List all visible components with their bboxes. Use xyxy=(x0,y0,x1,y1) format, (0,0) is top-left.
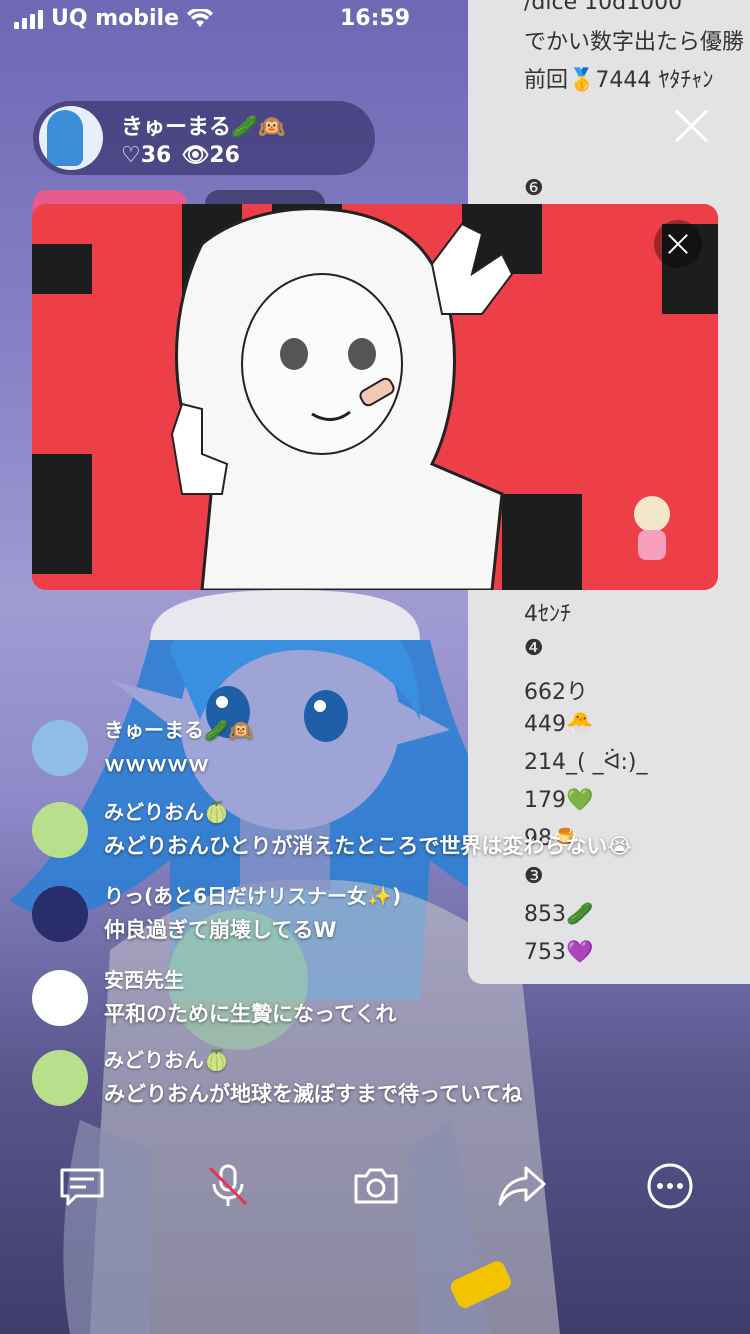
chat-message[interactable]: 安西先生 平和のために生贄になってくれ xyxy=(32,968,722,1040)
video-frame xyxy=(32,204,718,590)
chat-username: きゅーまる🥒🙉 xyxy=(104,718,254,742)
signal-icon xyxy=(14,9,43,29)
memo-close-icon[interactable] xyxy=(670,104,714,148)
memo-line: 前回🥇7444 ﾔﾀﾁｬﾝ xyxy=(524,68,714,93)
carrier-group: UQ mobile xyxy=(14,6,214,31)
streamer-name: きゅーまる🥒🙉 xyxy=(121,115,286,140)
avatar[interactable] xyxy=(32,720,88,776)
likes-count: ♡36 xyxy=(121,143,172,168)
mic-muted-icon[interactable] xyxy=(202,1160,254,1212)
memo-line: でかい数字出たら優勝 xyxy=(524,30,745,55)
memo-line: 4ｾﾝﾁ xyxy=(524,602,571,627)
carrier-label: UQ mobile xyxy=(51,6,180,31)
chat-message[interactable]: みどりおん🍈 みどりおんが地球を滅ぼすまで待っていてね xyxy=(32,1048,722,1120)
memo-line: ❻ xyxy=(524,176,544,201)
chat-username: みどりおん🍈 xyxy=(104,1048,229,1072)
memo-line: 662り xyxy=(524,680,588,705)
wifi-icon xyxy=(187,8,214,27)
chat-message[interactable]: りっ(あと6日だけリスナー女✨) 仲良過ぎて崩壊してるW xyxy=(32,884,722,956)
chat-username: りっ(あと6日だけリスナー女✨) xyxy=(104,884,402,908)
video-close-icon[interactable] xyxy=(654,220,702,268)
chat-text: 平和のために生贄になってくれ xyxy=(104,1002,397,1026)
memo-line: ❹ xyxy=(524,636,544,661)
chat-message[interactable]: きゅーまる🥒🙉 ｗｗｗｗｗ xyxy=(32,718,722,790)
avatar[interactable] xyxy=(39,106,103,170)
avatar[interactable] xyxy=(32,886,88,942)
avatar[interactable] xyxy=(32,970,88,1026)
clock: 16:59 xyxy=(340,6,411,31)
memo-line: /dice 10d1000 xyxy=(524,0,683,15)
streamer-stats: ♡36 👁26 xyxy=(121,143,240,168)
chat-message[interactable]: みどりおん🍈 みどりおんひとりが消えたところで世界は変わらない😭 xyxy=(32,800,722,872)
chat-username: 安西先生 xyxy=(104,968,184,992)
chat-username: みどりおん🍈 xyxy=(104,800,229,824)
chat-text: ｗｗｗｗｗ xyxy=(104,752,209,776)
avatar[interactable] xyxy=(32,1050,88,1106)
streamer-info[interactable]: きゅーまる🥒🙉 ♡36 👁26 xyxy=(33,101,375,175)
more-icon[interactable] xyxy=(644,1160,696,1212)
chat-text: みどりおんが地球を滅ぼすまで待っていてね xyxy=(104,1082,523,1106)
camera-icon[interactable] xyxy=(350,1160,402,1212)
avatar[interactable] xyxy=(32,802,88,858)
share-icon[interactable] xyxy=(496,1160,548,1212)
viewers-count: 👁26 xyxy=(181,143,240,168)
video-player[interactable] xyxy=(32,204,718,590)
chat-text: 仲良過ぎて崩壊してるW xyxy=(104,918,337,942)
comment-icon[interactable] xyxy=(56,1160,108,1212)
chat-text: みどりおんひとりが消えたところで世界は変わらない😭 xyxy=(104,834,632,858)
